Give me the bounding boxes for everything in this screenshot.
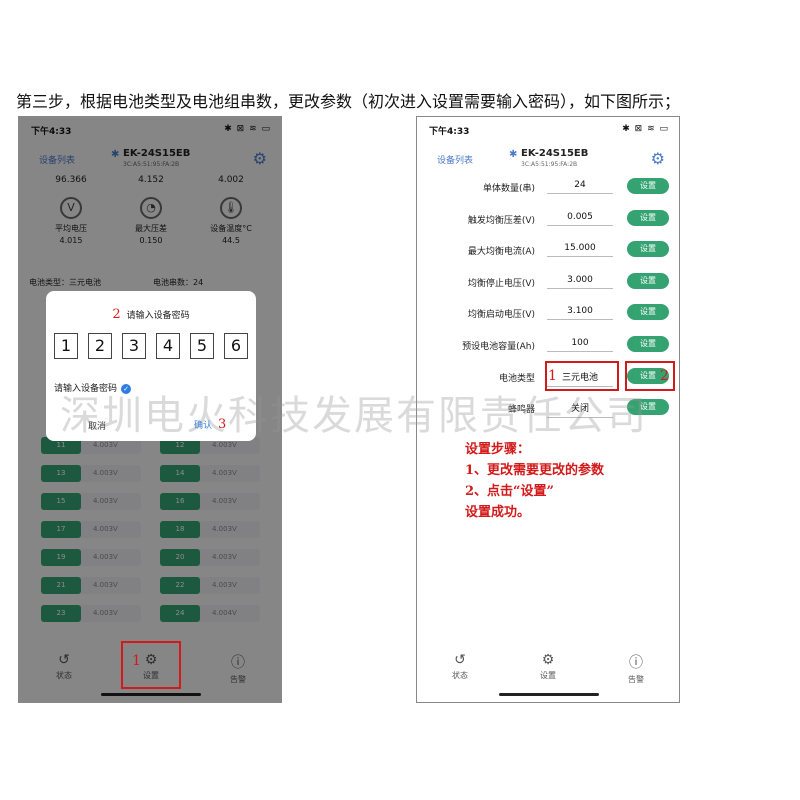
- annotation-number: 1: [132, 653, 141, 669]
- watermark: 深圳电火科技发展有限责任公司: [60, 393, 648, 439]
- device-list-link[interactable]: 设备列表: [437, 153, 473, 166]
- bluetooth-icon: ✱: [509, 149, 518, 160]
- setting-row: 预设电池容量(Ah) 100 设置: [417, 333, 679, 357]
- set-button[interactable]: 设置: [627, 336, 669, 352]
- home-indicator: [499, 693, 599, 696]
- setting-label: 触发均衡压差(V): [467, 215, 535, 226]
- step-line: 设置成功。: [465, 505, 531, 520]
- gear-icon[interactable]: ⚙: [651, 149, 665, 168]
- set-button[interactable]: 设置: [627, 178, 669, 194]
- setting-label: 均衡停止电压(V): [467, 278, 535, 289]
- step-line: 2、点击“设置”: [465, 484, 555, 499]
- gear-icon: ⚙: [541, 652, 555, 668]
- annotation-number: 2: [112, 307, 121, 322]
- device-name: EK-24S15EB: [521, 148, 589, 159]
- setup-steps: 设置步骤： 1、更改需要更改的参数 2、点击“设置” 设置成功。: [465, 439, 604, 523]
- set-button[interactable]: 设置: [627, 209, 669, 226]
- alert-icon: ⓘ: [629, 655, 643, 671]
- set-button[interactable]: 设置: [627, 241, 669, 258]
- setting-value-input[interactable]: 15.000: [547, 243, 613, 258]
- pin-digit[interactable]: 3: [122, 333, 146, 359]
- set-button[interactable]: 设置: [627, 304, 669, 321]
- top-bar: 设备列表 ✱ EK-24S15EB 3C:A5:51:95:FA:2B ⚙: [417, 143, 679, 179]
- tab-status[interactable]: ↺ 状态: [435, 652, 485, 681]
- tab-bar: ↺ 状态 ⚙ 设置 ⓘ 告警: [417, 634, 679, 702]
- setting-value-input[interactable]: 24: [547, 180, 613, 194]
- pin-digit[interactable]: 5: [190, 333, 214, 359]
- step-line: 设置步骤：: [465, 442, 531, 457]
- tab-label: 状态: [452, 671, 468, 680]
- setting-label: 均衡启动电压(V): [467, 310, 535, 321]
- annotation-number: 1: [548, 368, 557, 384]
- pin-digit[interactable]: 1: [54, 333, 78, 359]
- history-icon: ↺: [454, 652, 466, 668]
- status-time: 下午4:33: [429, 127, 470, 137]
- setting-row: 触发均衡压差(V) 0.005 设置: [417, 207, 679, 231]
- setting-row: 单体数量(串) 24 设置: [417, 175, 679, 199]
- tab-settings[interactable]: ⚙ 设置: [523, 652, 573, 681]
- pin-digit[interactable]: 6: [224, 333, 248, 359]
- pin-digit[interactable]: 4: [156, 333, 180, 359]
- annotation-box-settings-tab: [121, 641, 181, 689]
- setting-label: 单体数量(串): [482, 184, 535, 194]
- dialog-title: 2 请输入设备密码: [46, 307, 256, 322]
- setting-value-input[interactable]: 3.100: [547, 306, 613, 321]
- setting-row: 均衡停止电压(V) 3.000 设置: [417, 270, 679, 294]
- tab-label: 告警: [628, 675, 644, 684]
- annotation-number: 2: [660, 368, 669, 384]
- tab-label: 设置: [540, 671, 556, 680]
- setting-label: 预设电池容量(Ah): [462, 342, 535, 352]
- intro-text: 第三步，根据电池类型及电池组串数，更改参数（初次进入设置需要输入密码），如下图所…: [16, 92, 681, 111]
- step-line: 1、更改需要更改的参数: [465, 463, 605, 478]
- status-icons: ✱ ⊠ ≋ ▭: [622, 124, 669, 134]
- setting-row: 最大均衡电流(A) 15.000 设置: [417, 238, 679, 262]
- setting-label: 最大均衡电流(A): [467, 247, 535, 258]
- tab-alarm[interactable]: ⓘ 告警: [611, 652, 661, 685]
- setting-value-input[interactable]: 100: [547, 338, 613, 352]
- setting-row: 均衡启动电压(V) 3.100 设置: [417, 301, 679, 325]
- setting-value-input[interactable]: 0.005: [547, 212, 613, 226]
- setting-label: 电池类型: [498, 373, 535, 384]
- pin-digit[interactable]: 2: [88, 333, 112, 359]
- set-button[interactable]: 设置: [627, 272, 669, 289]
- device-mac: 3C:A5:51:95:FA:2B: [521, 161, 578, 168]
- status-bar: 下午4:33 ✱ ⊠ ≋ ▭: [417, 117, 679, 143]
- dialog-title-text: 请输入设备密码: [126, 311, 190, 321]
- setting-value-input[interactable]: 3.000: [547, 275, 613, 289]
